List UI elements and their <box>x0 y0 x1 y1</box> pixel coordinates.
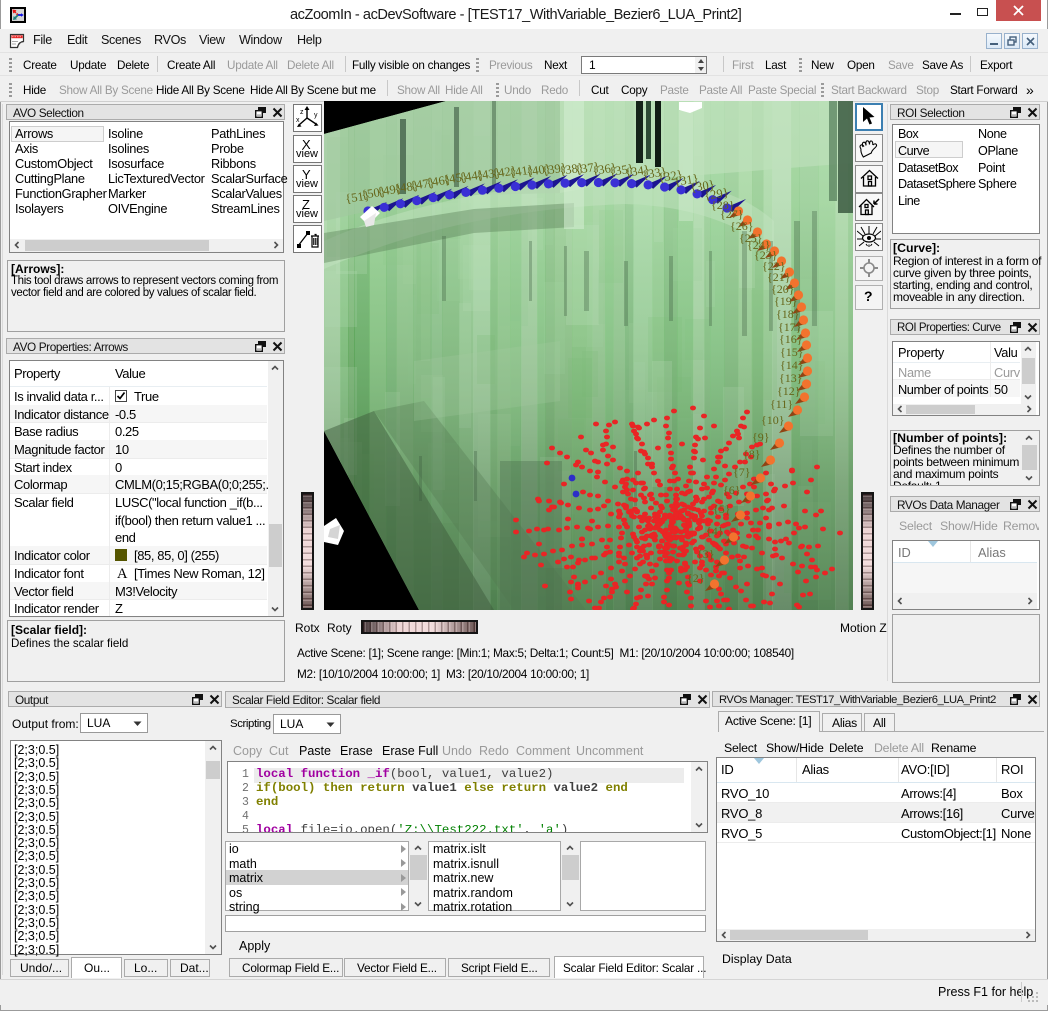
svg-text:{4}: {4} <box>706 524 724 538</box>
svg-text:{10}: {10} <box>761 413 785 427</box>
svg-text:x: x <box>296 117 300 124</box>
svg-text:{6}: {6} <box>723 483 741 497</box>
svg-text:{3}: {3} <box>697 547 715 561</box>
svg-text:{18}: {18} <box>776 307 800 321</box>
svg-text:{8}: {8} <box>743 447 761 461</box>
svg-text:{14}: {14} <box>780 358 804 372</box>
svg-text:z: z <box>300 109 304 116</box>
svg-text:{15}: {15} <box>780 345 804 359</box>
svg-text:{5}: {5} <box>713 502 731 516</box>
svg-text:{16}: {16} <box>779 332 803 346</box>
svg-text:{7}: {7} <box>733 465 751 479</box>
svg-text:{9}: {9} <box>752 430 770 444</box>
svg-text:{12}: {12} <box>777 384 801 398</box>
svg-text:{11}: {11} <box>770 397 793 411</box>
svg-text:{2}: {2} <box>687 571 705 585</box>
svg-text:y: y <box>314 112 318 119</box>
svg-text:{19}: {19} <box>774 294 798 308</box>
svg-text:{13}: {13} <box>779 371 803 385</box>
